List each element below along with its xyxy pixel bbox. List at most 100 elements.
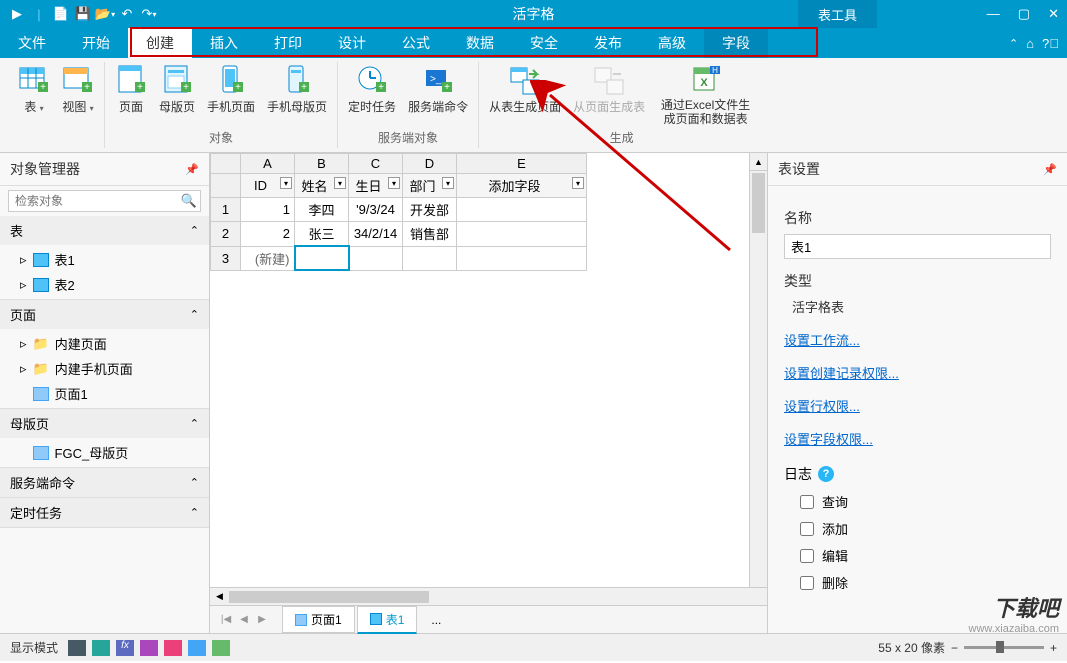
help-icon[interactable]: ?⃝ [1042,36,1059,51]
minimize-icon[interactable]: — [987,6,1000,22]
pin-icon[interactable]: 📌 [185,163,199,176]
tree-item-builtin-mobile[interactable]: ▹📁内建手机页面 [0,356,209,381]
sheet-nav-prev[interactable]: ◀ [236,612,252,628]
menu-design[interactable]: 设计 [320,28,384,58]
search-icon[interactable]: 🔍 [181,193,197,209]
undo-icon[interactable]: ↶ [118,5,136,23]
tree-masters-header[interactable]: 母版页⌃ [0,409,209,438]
new-doc-icon[interactable]: 📄 [52,5,70,23]
close-icon[interactable]: ✕ [1048,6,1059,22]
col-B[interactable]: B [295,154,349,174]
menu-data[interactable]: 数据 [448,28,512,58]
tree-item-page1[interactable]: ▹页面1 [0,381,209,406]
type-label: 类型 [784,271,1051,291]
table-row-new[interactable]: 3 (新建) [211,246,587,270]
menu-security[interactable]: 安全 [512,28,576,58]
scrollbar-horizontal[interactable]: ◀ [210,587,767,605]
help-icon[interactable]: ? [818,466,834,482]
chevron-up-icon[interactable]: ⌃ [1009,37,1018,50]
ribbon-server-cmd-button[interactable]: >_+ 服务端命令 [404,62,472,117]
menu-create[interactable]: 创建 [128,28,192,58]
sheet-tab-page1[interactable]: 页面1 [282,606,355,633]
search-input[interactable] [8,190,201,212]
ribbon-master-button[interactable]: + 母版页 [155,62,199,117]
status-icon[interactable] [188,640,206,656]
field-birthday[interactable]: 生日▾ [349,174,403,198]
status-icon[interactable] [92,640,110,656]
tree-tasks-header[interactable]: 定时任务⌃ [0,498,209,527]
ribbon-gen-from-excel-button[interactable]: XH 通过Excel文件生成页面和数据表 [653,62,758,129]
checkbox-edit[interactable]: 编辑 [800,546,1051,565]
link-workflow[interactable]: 设置工作流... [784,330,1051,349]
table-row[interactable]: 2 2 张三 34/2/14 销售部 [211,222,587,247]
menu-formula[interactable]: 公式 [384,28,448,58]
col-A[interactable]: A [241,154,295,174]
dropdown-icon[interactable]: ▾ [334,177,346,189]
menu-field[interactable]: 字段 [704,28,768,58]
menu-file[interactable]: 文件 [0,28,64,58]
tree-tables-header[interactable]: 表⌃ [0,216,209,245]
menu-home[interactable]: 开始 [64,28,128,58]
menu-insert[interactable]: 插入 [192,28,256,58]
field-add[interactable]: 添加字段▾ [457,174,587,198]
link-field-perm[interactable]: 设置字段权限... [784,429,1051,448]
pin-icon[interactable]: 📌 [1043,163,1057,176]
field-name[interactable]: 姓名▾ [295,174,349,198]
maximize-icon[interactable]: ▢ [1018,6,1030,22]
redo-icon[interactable]: ↷▾ [140,5,158,23]
ribbon-scheduled-task-button[interactable]: + 定时任务 [344,62,400,117]
tree-server-cmds-header[interactable]: 服务端命令⌃ [0,468,209,497]
sheet-nav-next[interactable]: ▶ [254,612,270,628]
tool-tab[interactable]: 表工具 [798,0,877,28]
dropdown-icon[interactable]: ▾ [388,177,400,189]
status-icon[interactable]: fx [116,640,134,656]
menu-advanced[interactable]: 高级 [640,28,704,58]
zoom-slider[interactable] [964,646,1044,649]
dropdown-icon[interactable]: ▾ [572,177,584,189]
tree-item-builtin-pages[interactable]: ▹📁内建页面 [0,331,209,356]
open-icon[interactable]: 📂▾ [96,5,114,23]
col-D[interactable]: D [403,154,457,174]
status-icon[interactable] [140,640,158,656]
ribbon-mobile-page-button[interactable]: + 手机页面 [203,62,259,117]
ribbon-page-button[interactable]: + 页面 [111,62,151,117]
link-row-perm[interactable]: 设置行权限... [784,396,1051,415]
field-dept[interactable]: 部门▾ [403,174,457,198]
link-create-perm[interactable]: 设置创建记录权限... [784,363,1051,382]
menu-print[interactable]: 打印 [256,28,320,58]
tree-item-table1[interactable]: ▹表1 [0,247,209,272]
checkbox-add[interactable]: 添加 [800,519,1051,538]
home-nav-icon[interactable]: ⌂ [1026,36,1034,51]
checkbox-delete[interactable]: 删除 [800,573,1051,592]
selected-cell[interactable] [295,246,349,270]
sheet-tab-table1[interactable]: 表1 [357,606,418,634]
ribbon-table-button[interactable]: + 表 ▾ [14,62,54,117]
scrollbar-vertical[interactable]: ▲ [749,153,767,587]
dropdown-icon[interactable]: ▾ [442,177,454,189]
menu-publish[interactable]: 发布 [576,28,640,58]
ribbon-mobile-master-button[interactable]: + 手机母版页 [263,62,331,117]
zoom-in-icon[interactable]: + [1050,641,1057,655]
ribbon-gen-from-table-button[interactable]: 从表生成页面 [485,62,565,117]
field-id[interactable]: ID▾ [241,174,295,198]
play-icon[interactable]: ▶ [8,5,26,23]
checkbox-query[interactable]: 查询 [800,492,1051,511]
tree-pages-header[interactable]: 页面⌃ [0,300,209,329]
save-icon[interactable]: 💾 [74,5,92,23]
sheet-nav-first[interactable]: |◀ [218,612,234,628]
tree-item-fgc-master[interactable]: ▹FGC_母版页 [0,440,209,465]
sheet-tab-more[interactable]: ... [419,609,453,631]
status-icon[interactable] [212,640,230,656]
zoom-out-icon[interactable]: − [951,641,958,655]
dropdown-icon[interactable]: ▾ [280,177,292,189]
status-icon[interactable] [164,640,182,656]
tree-item-table2[interactable]: ▹表2 [0,272,209,297]
col-E[interactable]: E [457,154,587,174]
name-input[interactable] [784,234,1051,259]
status-icon[interactable] [68,640,86,656]
ribbon-view-button[interactable]: + 视图 ▾ [58,62,98,117]
table-row[interactable]: 1 1 李四 '9/3/24 开发部 [211,198,587,222]
col-C[interactable]: C [349,154,403,174]
ribbon-gen-from-page-button[interactable]: 从页面生成表 [569,62,649,117]
data-grid[interactable]: A B C D E ID▾ 姓名▾ 生日▾ 部门▾ 添加字段▾ 1 1 [210,153,587,271]
